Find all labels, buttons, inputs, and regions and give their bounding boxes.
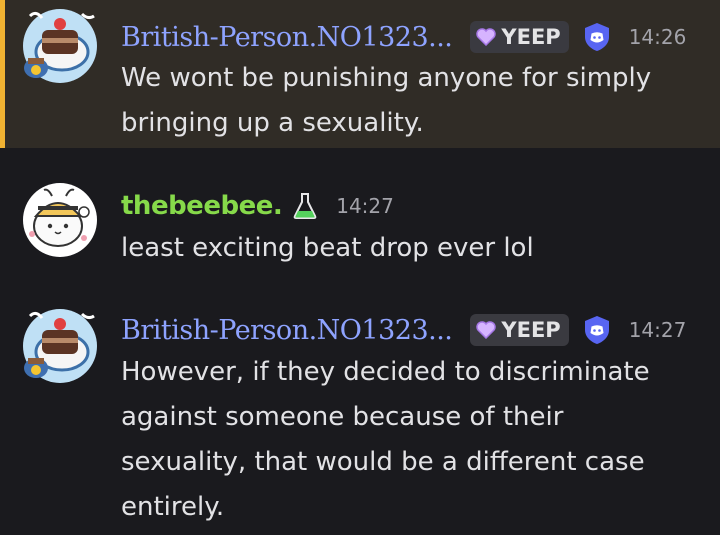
message-line: against someone because of their [121,402,564,432]
timestamp[interactable]: 14:27 [336,194,394,218]
message-line: entirely. [121,492,225,522]
message-line: However, if they decided to discriminate [121,357,650,387]
message-content: least exciting beat drop ever lol [121,226,701,271]
author-name[interactable]: British-Person.NO1323... [121,315,453,346]
message-content: We wont be punishing anyone for simply b… [121,56,701,146]
message-header: thebeebee. 14:27 [121,186,394,226]
flask-icon [292,192,318,220]
timestamp[interactable]: 14:27 [629,318,687,342]
avatar[interactable] [22,308,98,384]
guild-tag[interactable]: YEEP [470,21,569,53]
heart-icon [476,321,497,339]
author-name[interactable]: thebeebee. [121,191,283,221]
message-line: bringing up a sexuality. [121,108,424,138]
message[interactable]: thebeebee. 14:27 least exciting beat dro… [0,170,720,280]
message[interactable]: British-Person.NO1323... YEEP 14:27 Howe… [0,300,720,535]
message-line: We wont be punishing anyone for simply [121,63,652,93]
guild-tag-label: YEEP [501,318,561,342]
author-name[interactable]: British-Person.NO1323... [121,22,453,53]
guild-tag-label: YEEP [501,25,561,49]
timestamp[interactable]: 14:26 [629,25,687,49]
cake-avatar-icon [23,9,97,83]
chat-log: British-Person.NO1323... YEEP 14:26 We w… [0,0,720,535]
guild-tag[interactable]: YEEP [470,314,569,346]
bee-avatar-icon [23,183,97,257]
discord-shield-icon [583,22,611,52]
message-line: least exciting beat drop ever lol [121,233,534,263]
cake-avatar-icon [23,309,97,383]
avatar[interactable] [22,8,98,84]
message-header: British-Person.NO1323... YEEP 14:26 [121,17,686,57]
heart-icon [476,28,497,46]
message-highlighted[interactable]: British-Person.NO1323... YEEP 14:26 We w… [0,0,720,148]
message-line: sexuality, that would be a different cas… [121,447,645,477]
message-header: British-Person.NO1323... YEEP 14:27 [121,310,686,350]
discord-shield-icon [583,315,611,345]
avatar[interactable] [22,182,98,258]
message-content: However, if they decided to discriminate… [121,350,701,530]
